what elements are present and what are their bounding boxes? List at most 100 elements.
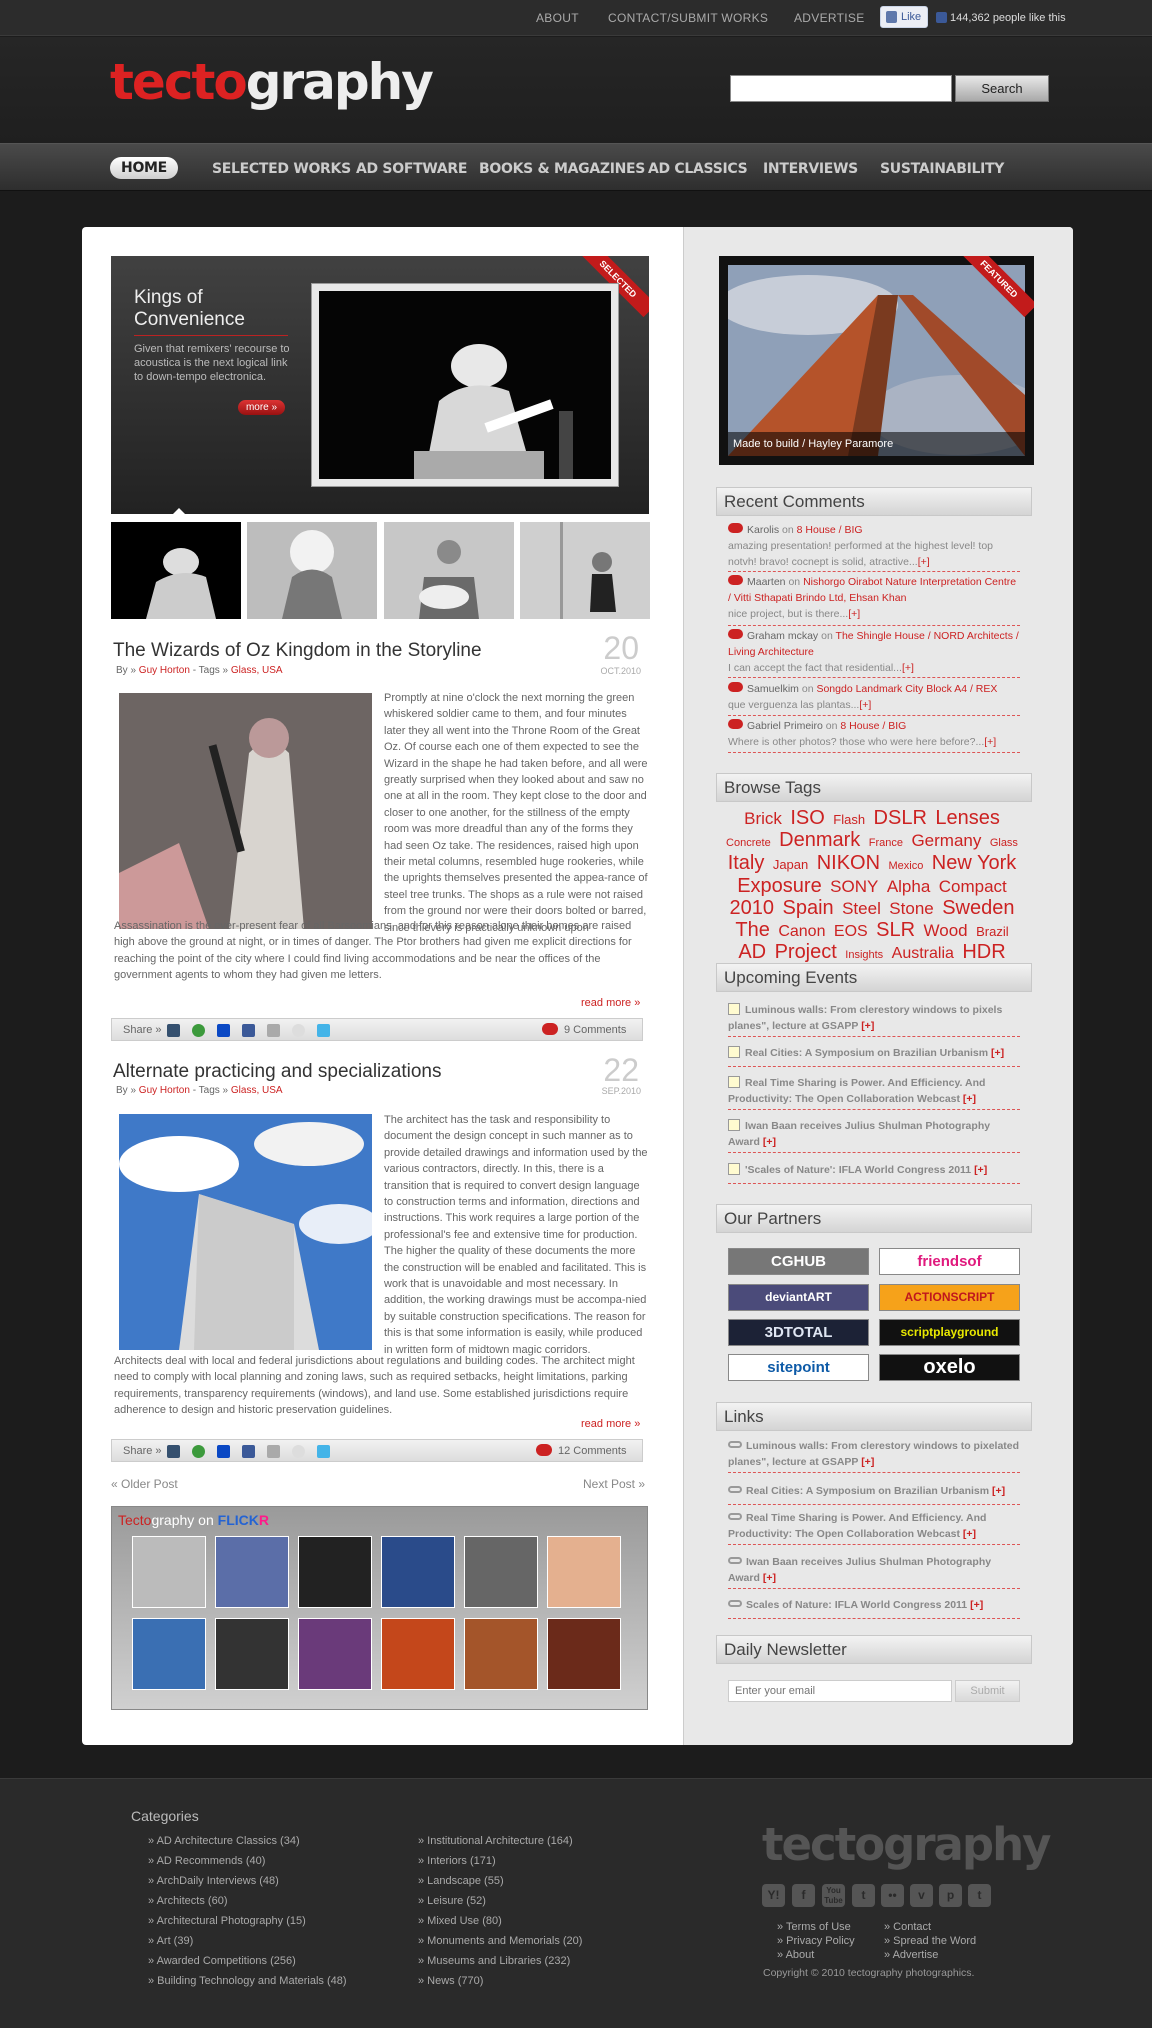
category-link[interactable]: » Monuments and Memorials (20) — [418, 1931, 582, 1951]
comment-post-link[interactable]: 8 House / BIG — [797, 524, 863, 536]
facebook-like-button[interactable]: Like — [880, 6, 928, 28]
event-item[interactable]: Iwan Baan receives Julius Shulman Photog… — [728, 1118, 1020, 1153]
advertise-footer-link[interactable]: » Advertise — [884, 1948, 976, 1962]
post-title[interactable]: The Wizards of Oz Kingdom in the Storyli… — [113, 640, 482, 662]
tag-link[interactable]: NIKON — [817, 852, 880, 874]
twitter-icon[interactable] — [317, 1445, 330, 1458]
category-link[interactable]: » ArchDaily Interviews (48) — [148, 1871, 347, 1891]
link-item[interactable]: Iwan Baan receives Julius Shulman Photog… — [728, 1554, 1020, 1589]
link-item[interactable]: Scales of Nature: IFLA World Congress 20… — [728, 1597, 1020, 1619]
tag-link[interactable]: EOS — [834, 923, 868, 940]
read-more-link[interactable]: read more » — [581, 997, 640, 1009]
read-more-link[interactable]: read more » — [581, 1418, 640, 1430]
category-link[interactable]: » Awarded Competitions (256) — [148, 1951, 347, 1971]
reddit-icon[interactable] — [292, 1024, 305, 1037]
partner-actionscript-logo[interactable]: ACTIONSCRIPT — [879, 1284, 1020, 1311]
tag-link[interactable]: 2010 — [730, 897, 775, 919]
reddit-icon[interactable] — [292, 1445, 305, 1458]
tag-link[interactable]: AD — [738, 941, 766, 963]
tag-link[interactable]: Compact — [939, 877, 1007, 896]
flickr-icon[interactable]: •• — [881, 1884, 904, 1907]
post-image[interactable] — [119, 1114, 372, 1350]
tag-link[interactable]: The — [735, 919, 769, 941]
comments-link[interactable]: 9 Comments — [564, 1024, 626, 1036]
comment-post-link[interactable]: Songdo Landmark City Block A4 / REX — [816, 683, 997, 695]
event-item[interactable]: Real Cities: A Symposium on Brazilian Ur… — [728, 1045, 1020, 1067]
stumbleupon-icon[interactable] — [192, 1024, 205, 1037]
category-link[interactable]: » Architects (60) — [148, 1891, 347, 1911]
tag-link[interactable]: New York — [932, 852, 1017, 874]
tumblr-icon[interactable] — [167, 1445, 180, 1458]
more-button[interactable]: more » — [238, 400, 285, 415]
tags-link[interactable]: Glass, USA — [231, 665, 283, 676]
slider-thumb-3[interactable] — [384, 522, 514, 619]
expand-link[interactable]: [+] — [984, 736, 996, 748]
older-post-link[interactable]: « Older Post — [111, 1477, 178, 1491]
flickr-photo[interactable] — [381, 1618, 455, 1690]
tag-link[interactable]: SLR — [876, 919, 915, 941]
tag-link[interactable]: ISO — [790, 807, 824, 829]
spread-word-link[interactable]: » Spread the Word — [884, 1934, 976, 1948]
slider-thumb-1[interactable] — [111, 522, 241, 619]
nav-ad-classics[interactable]: AD CLASSICS — [648, 161, 748, 177]
author-link[interactable]: Guy Horton — [139, 665, 190, 676]
nav-home[interactable]: HOME — [110, 157, 178, 179]
tag-link[interactable]: Insights — [845, 949, 883, 961]
footer-logo[interactable]: tectography — [762, 1818, 1051, 1871]
tag-link[interactable]: HDR — [962, 941, 1005, 963]
site-logo[interactable]: tectography — [110, 54, 434, 110]
comment-post-link[interactable]: 8 House / BIG — [840, 720, 906, 732]
featured-title[interactable]: Kings of Convenience — [134, 287, 294, 331]
nav-sustainability[interactable]: SUSTAINABILITY — [880, 161, 1004, 177]
tag-link[interactable]: Italy — [728, 852, 765, 874]
expand-link[interactable]: [+] — [902, 662, 914, 674]
flickr-photo[interactable] — [381, 1536, 455, 1608]
tag-link[interactable]: Steel — [842, 899, 881, 918]
tag-link[interactable]: France — [869, 837, 903, 849]
tag-link[interactable]: Wood — [924, 921, 968, 940]
nav-interviews[interactable]: INTERVIEWS — [763, 161, 858, 177]
twitter-icon[interactable]: t — [852, 1884, 875, 1907]
category-link[interactable]: » Institutional Architecture (164) — [418, 1831, 582, 1851]
tag-link[interactable]: Australia — [892, 945, 954, 962]
tag-link[interactable]: Germany — [911, 831, 981, 850]
next-post-link[interactable]: Next Post » — [583, 1477, 645, 1491]
category-link[interactable]: » AD Recommends (40) — [148, 1851, 347, 1871]
category-link[interactable]: » AD Architecture Classics (34) — [148, 1831, 347, 1851]
yahoo-icon[interactable]: Y! — [762, 1884, 785, 1907]
category-link[interactable]: » Building Technology and Materials (48) — [148, 1971, 347, 1991]
author-link[interactable]: Guy Horton — [139, 1085, 190, 1096]
category-link[interactable]: » Leisure (52) — [418, 1891, 582, 1911]
tag-link[interactable]: Brazil — [976, 924, 1009, 939]
facebook-icon[interactable] — [242, 1024, 255, 1037]
event-item[interactable]: 'Scales of Nature': IFLA World Congress … — [728, 1162, 1020, 1184]
partner-deviantart-logo[interactable]: deviantART — [728, 1284, 869, 1311]
tag-link[interactable]: Concrete — [726, 837, 771, 849]
link-item[interactable]: Real Cities: A Symposium on Brazilian Ur… — [728, 1483, 1020, 1505]
about-link[interactable]: ABOUT — [536, 11, 579, 25]
comments-link[interactable]: 12 Comments — [558, 1445, 626, 1457]
flickr-photo[interactable] — [464, 1536, 538, 1608]
post-image[interactable] — [119, 693, 372, 929]
digg-icon[interactable] — [267, 1445, 280, 1458]
tag-link[interactable]: Japan — [773, 857, 808, 872]
email-field[interactable] — [728, 1680, 952, 1702]
tag-link[interactable]: Denmark — [779, 829, 860, 851]
flickr-photo[interactable] — [298, 1618, 372, 1690]
flickr-photo[interactable] — [298, 1536, 372, 1608]
flickr-photo[interactable] — [547, 1618, 621, 1690]
tag-link[interactable]: Lenses — [935, 807, 1000, 829]
partner-cghub-logo[interactable]: CGHUB — [728, 1248, 869, 1275]
tag-link[interactable]: Mexico — [889, 860, 924, 872]
contact-link[interactable]: CONTACT/SUBMIT WORKS — [608, 11, 768, 25]
flickr-photo[interactable] — [132, 1536, 206, 1608]
partner-scriptplayground-logo[interactable]: scriptplayground — [879, 1319, 1020, 1346]
tag-link[interactable]: Spain — [782, 897, 833, 919]
category-link[interactable]: » News (770) — [418, 1971, 582, 1991]
tags-link[interactable]: Glass, USA — [231, 1085, 283, 1096]
partner-sitepoint-logo[interactable]: sitepoint — [728, 1354, 869, 1381]
tag-link[interactable]: Glass — [990, 837, 1018, 849]
link-item[interactable]: Luminous walls: From clerestory windows … — [728, 1438, 1020, 1473]
featured-photo[interactable] — [319, 291, 611, 479]
picasa-icon[interactable]: p — [939, 1884, 962, 1907]
